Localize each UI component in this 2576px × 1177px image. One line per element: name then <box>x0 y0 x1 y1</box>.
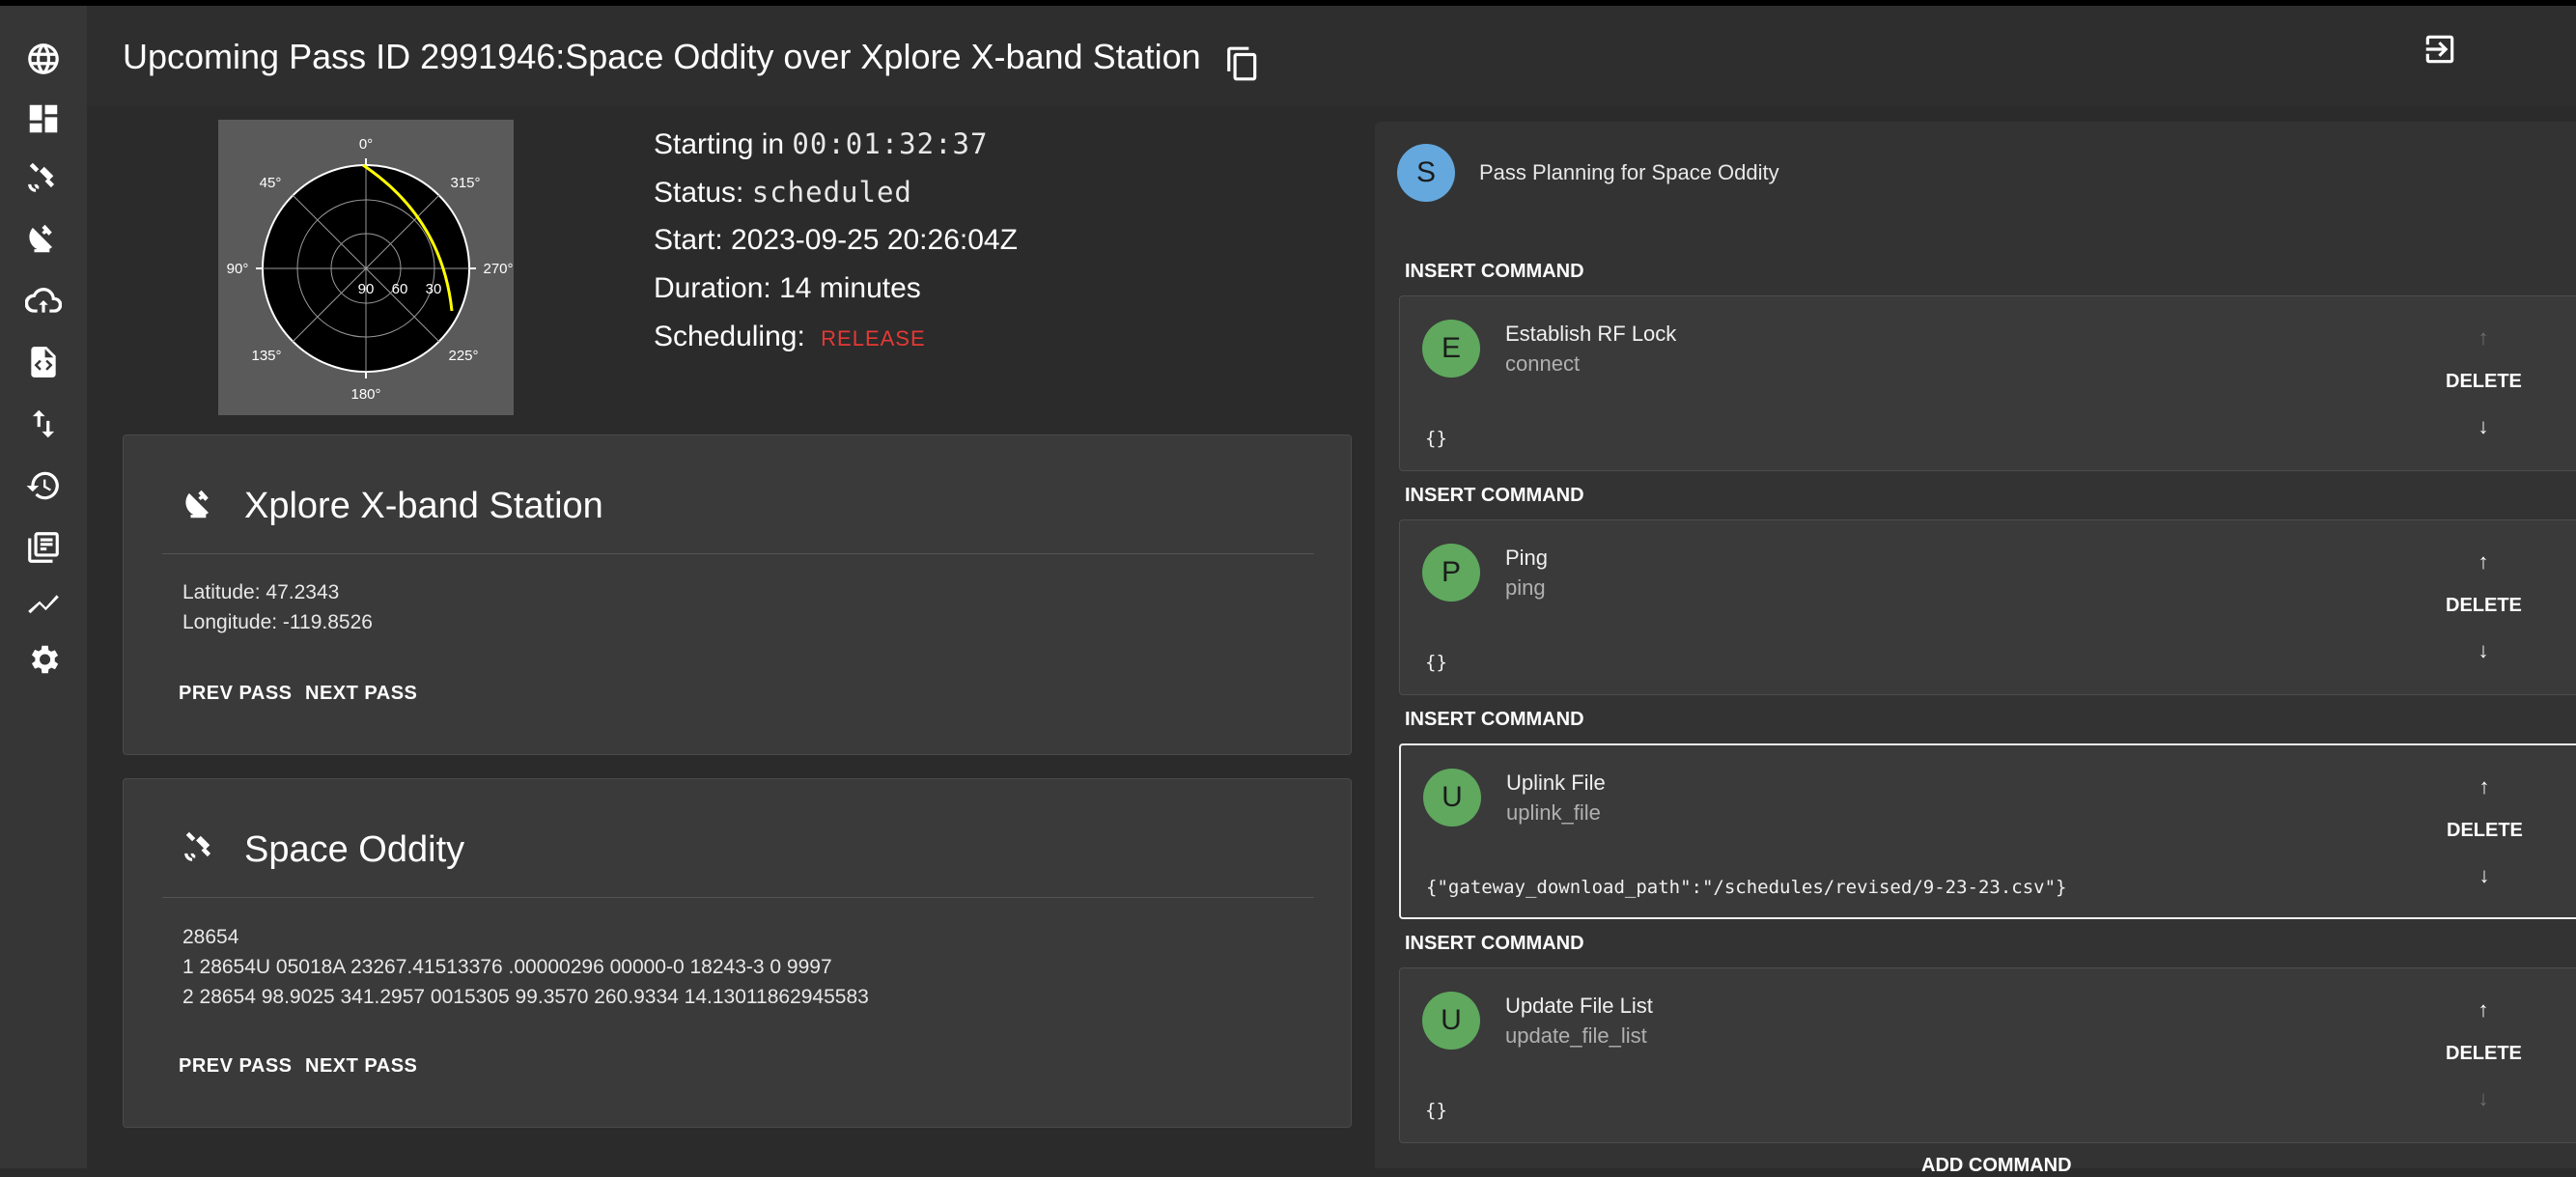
el-label: 30 <box>426 281 442 297</box>
next-pass-button[interactable]: NEXT PASS <box>305 1055 417 1078</box>
code-file-icon[interactable] <box>21 340 66 384</box>
globe-icon[interactable] <box>21 37 66 81</box>
sky-track-plot: 0° 315° 270° 225° 180° 135° 90° 45° 90 6… <box>218 120 514 415</box>
station-latitude: Latitude: 47.2343 <box>182 581 340 603</box>
command-avatar: U <box>1422 992 1480 1050</box>
insert-command-button[interactable]: INSERT COMMAND <box>1405 933 1584 955</box>
delete-button[interactable]: DELETE <box>2446 371 2522 393</box>
az-label: 90° <box>227 261 249 277</box>
history-icon[interactable] <box>21 463 66 508</box>
chart-line-icon[interactable] <box>21 581 66 626</box>
command-card[interactable]: E Establish RF Lock connect {} ↑ DELETE … <box>1399 295 2576 471</box>
dashboard-icon[interactable] <box>21 97 66 141</box>
status: Status: scheduled <box>654 176 912 209</box>
copy-icon[interactable] <box>1224 44 1261 83</box>
move-down-button[interactable]: ↓ <box>2469 638 2498 663</box>
az-label: 45° <box>260 175 282 191</box>
tle-line-2: 2 28654 98.9025 341.2957 0015305 99.3570… <box>182 986 869 1008</box>
command-avatar: U <box>1423 769 1481 827</box>
el-label: 60 <box>392 281 408 297</box>
command-args: {} <box>1425 1100 1447 1121</box>
page-title: Upcoming Pass ID 2991946:Space Oddity ov… <box>123 37 1201 76</box>
duration: Duration: 14 minutes <box>654 272 921 304</box>
command-card[interactable]: U Update File List update_file_list {} ↑… <box>1399 967 2576 1143</box>
move-up-button[interactable]: ↑ <box>2469 549 2498 574</box>
insert-command-button[interactable]: INSERT COMMAND <box>1405 485 1584 507</box>
move-up-button[interactable]: ↑ <box>2469 325 2498 350</box>
command-card-selected[interactable]: U Uplink File uplink_file {"gateway_down… <box>1399 743 2576 919</box>
az-label: 135° <box>251 348 281 364</box>
cloud-sync-icon[interactable] <box>21 278 66 322</box>
starting-in: Starting in 00:01:32:37 <box>654 127 989 160</box>
prev-pass-button[interactable]: PREV PASS <box>179 1055 293 1078</box>
delete-button[interactable]: DELETE <box>2447 820 2523 842</box>
insert-command-button[interactable]: INSERT COMMAND <box>1405 261 1584 283</box>
planning-avatar: S <box>1397 144 1455 202</box>
logout-icon[interactable] <box>2422 31 2458 68</box>
sidebar <box>0 6 87 1168</box>
move-up-button[interactable]: ↑ <box>2470 774 2499 799</box>
command-avatar: E <box>1422 320 1480 378</box>
az-label: 270° <box>483 261 513 277</box>
station-card: Xplore X-band Station Latitude: 47.2343 … <box>123 434 1352 755</box>
satellite-icon[interactable] <box>21 154 66 199</box>
satellite-icon <box>182 827 222 868</box>
command-args: {} <box>1425 652 1447 673</box>
delete-button[interactable]: DELETE <box>2446 1043 2522 1065</box>
prev-pass-button[interactable]: PREV PASS <box>179 683 293 705</box>
next-pass-button[interactable]: NEXT PASS <box>305 683 417 705</box>
settings-icon[interactable] <box>21 637 66 682</box>
release-button[interactable]: RELEASE <box>821 326 926 350</box>
command-avatar: P <box>1422 544 1480 602</box>
command-method: update_file_list <box>1505 1023 1647 1048</box>
divider <box>162 897 1314 898</box>
status-value: scheduled <box>751 176 912 209</box>
insert-command-button[interactable]: INSERT COMMAND <box>1405 709 1584 731</box>
az-label: 0° <box>359 136 373 153</box>
command-name: Update File List <box>1505 994 1653 1018</box>
command-method: ping <box>1505 575 1546 600</box>
countdown-value: 00:01:32:37 <box>792 127 989 160</box>
command-name: Establish RF Lock <box>1505 322 1677 346</box>
command-card[interactable]: P Ping ping {} ↑ DELETE ↓ <box>1399 519 2576 695</box>
command-name: Ping <box>1505 546 1549 570</box>
move-down-button[interactable]: ↓ <box>2470 863 2499 888</box>
el-label: 90 <box>358 281 375 297</box>
command-method: uplink_file <box>1506 800 1601 825</box>
command-args: {} <box>1425 428 1447 449</box>
documents-icon[interactable] <box>21 525 66 570</box>
move-up-button[interactable]: ↑ <box>2469 997 2498 1023</box>
station-name: Xplore X-band Station <box>244 486 603 526</box>
tle-line-1: 1 28654U 05018A 23267.41513376 .00000296… <box>182 956 832 978</box>
command-name: Uplink File <box>1506 771 1606 795</box>
delete-button[interactable]: DELETE <box>2446 595 2522 617</box>
satellite-name: Space Oddity <box>244 829 465 870</box>
command-method: connect <box>1505 351 1581 376</box>
move-down-button[interactable]: ↓ <box>2469 1086 2498 1111</box>
add-command-button[interactable]: ADD COMMAND <box>1921 1155 2072 1177</box>
satellite-dish-icon[interactable] <box>21 216 66 261</box>
planning-title: Pass Planning for Space Oddity <box>1479 160 1779 184</box>
station-longitude: Longitude: -119.8526 <box>182 611 373 633</box>
swap-vertical-icon[interactable] <box>21 402 66 446</box>
satellite-dish-icon <box>182 486 222 526</box>
satellite-card: Space Oddity 28654 1 28654U 05018A 23267… <box>123 778 1352 1128</box>
command-args: {"gateway_download_path":"/schedules/rev… <box>1426 877 2067 898</box>
scheduling: Scheduling: RELEASE <box>654 321 926 352</box>
az-label: 180° <box>350 386 380 403</box>
norad-id: 28654 <box>182 926 239 948</box>
start-time: Start: 2023-09-25 20:26:04Z <box>654 224 1018 256</box>
az-label: 315° <box>450 175 480 191</box>
az-label: 225° <box>448 348 478 364</box>
move-down-button[interactable]: ↓ <box>2469 414 2498 439</box>
divider <box>162 553 1314 554</box>
